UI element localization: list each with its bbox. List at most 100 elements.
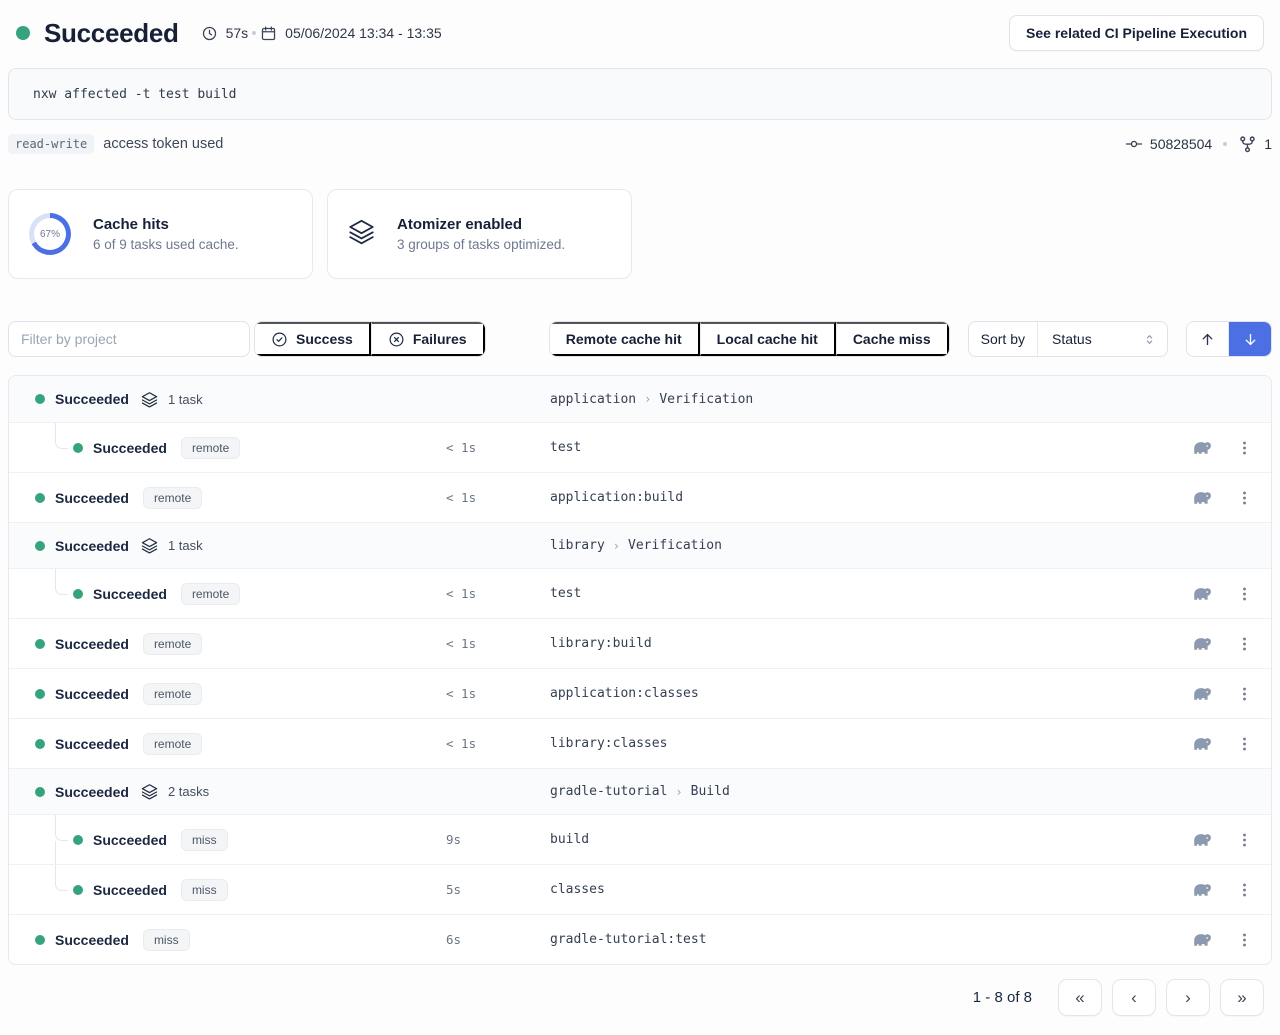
row-actions-cell: [1179, 829, 1271, 851]
separator-dot: [252, 31, 256, 35]
run-duration: 57s: [201, 25, 249, 42]
duration-cell: < 1s: [446, 686, 550, 701]
task-group-row[interactable]: Succeeded 1 taskapplication›Verification: [9, 376, 1271, 422]
kebab-menu-icon[interactable]: [1240, 437, 1249, 459]
task-name-cell: library:classes: [550, 736, 1179, 751]
duration-cell: < 1s: [446, 736, 550, 751]
task-row[interactable]: Succeededmiss6sgradle-tutorial:test: [9, 914, 1271, 964]
vcs-info: 50828504 1: [1125, 135, 1272, 154]
gradle-elephant-icon[interactable]: [1190, 932, 1214, 948]
kebab-menu-icon[interactable]: [1240, 829, 1249, 851]
run-command: nxw affected -t test build: [8, 68, 1272, 120]
layers-icon: [141, 783, 158, 800]
task-row[interactable]: Succeededremote< 1slibrary:build: [9, 618, 1271, 668]
sort-descending-button[interactable]: [1229, 322, 1271, 356]
cache-status-badge: remote: [143, 733, 202, 755]
status-dot: [35, 639, 45, 649]
kebab-menu-icon[interactable]: [1240, 879, 1249, 901]
status-label: Succeeded: [93, 882, 167, 898]
task-name-cell: library:build: [550, 636, 1179, 651]
target-group-name: Verification: [628, 538, 722, 553]
cache-status-badge: remote: [143, 487, 202, 509]
remote-cache-hit-filter-button[interactable]: Remote cache hit: [550, 322, 700, 356]
group-path-cell: library›Verification: [550, 538, 1179, 553]
commit-sha[interactable]: 50828504: [1150, 136, 1212, 152]
status-dot: [35, 493, 45, 503]
gradle-elephant-icon[interactable]: [1190, 636, 1214, 652]
success-filter-button[interactable]: Success: [255, 322, 371, 356]
task-name-cell: classes: [550, 882, 1179, 897]
task-row[interactable]: Succeededremote< 1sapplication:classes: [9, 668, 1271, 718]
status-label: Succeeded: [55, 391, 129, 407]
chevron-right-icon: ›: [613, 539, 620, 553]
cache-miss-filter-button[interactable]: Cache miss: [836, 322, 949, 356]
branch-count: 1: [1264, 136, 1272, 152]
sort-ascending-button[interactable]: [1187, 322, 1229, 356]
kebab-menu-icon[interactable]: [1240, 633, 1249, 655]
row-actions-cell: [1179, 879, 1271, 901]
row-actions-cell: [1179, 633, 1271, 655]
row-status-cell: Succeededremote: [9, 583, 446, 605]
status-dot: [73, 885, 83, 895]
commit-icon: [1125, 135, 1143, 153]
task-group-row[interactable]: Succeeded 2 tasksgradle-tutorial›Build: [9, 768, 1271, 814]
row-status-cell: Succeededremote: [9, 733, 446, 755]
task-row[interactable]: Succeededmiss5sclasses: [9, 864, 1271, 914]
row-actions-cell: [1179, 929, 1271, 951]
first-page-button[interactable]: «: [1058, 979, 1102, 1016]
kebab-menu-icon[interactable]: [1240, 929, 1249, 951]
task-row[interactable]: Succeededremote< 1sapplication:build: [9, 472, 1271, 522]
atomizer-card[interactable]: Atomizer enabled 3 groups of tasks optim…: [327, 189, 632, 279]
gradle-elephant-icon[interactable]: [1190, 686, 1214, 702]
local-cache-hit-filter-button[interactable]: Local cache hit: [700, 322, 836, 356]
row-actions-cell: [1179, 583, 1271, 605]
run-detail-page: Succeeded 57s 05/06/2024 13:34 - 13:35 S…: [0, 12, 1280, 1016]
next-page-button[interactable]: ›: [1166, 979, 1210, 1016]
cache-card-description: 6 of 9 tasks used cache.: [93, 237, 239, 252]
task-row[interactable]: Succeededremote< 1stest: [9, 568, 1271, 618]
status-dot: [35, 689, 45, 699]
filter-by-project-input[interactable]: [8, 321, 250, 357]
kebab-menu-icon[interactable]: [1240, 487, 1249, 509]
chevron-right-icon: ›: [675, 785, 682, 799]
task-name-cell: test: [550, 586, 1179, 601]
target-group-name: Verification: [659, 392, 753, 407]
row-actions-cell: [1179, 683, 1271, 705]
access-token-text: access token used: [103, 136, 223, 152]
gradle-elephant-icon[interactable]: [1190, 586, 1214, 602]
cache-status-badge: remote: [143, 633, 202, 655]
cache-percentage-ring: 67%: [29, 213, 71, 255]
task-row[interactable]: Succeededremote< 1slibrary:classes: [9, 718, 1271, 768]
cache-status-badge: miss: [143, 929, 190, 951]
sort-status-select[interactable]: Status: [1037, 322, 1167, 356]
kebab-menu-icon[interactable]: [1240, 733, 1249, 755]
task-row[interactable]: Succeededremote< 1stest: [9, 422, 1271, 472]
tree-connector: [55, 423, 68, 449]
kebab-menu-icon[interactable]: [1240, 683, 1249, 705]
last-page-button[interactable]: »: [1220, 979, 1264, 1016]
status-dot: [35, 739, 45, 749]
row-status-cell: Succeededremote: [9, 633, 446, 655]
atomizer-card-title: Atomizer enabled: [397, 216, 565, 233]
cache-status-badge: remote: [181, 583, 240, 605]
status-label: Succeeded: [55, 538, 129, 554]
project-name: application: [550, 392, 636, 407]
failures-filter-button[interactable]: Failures: [371, 322, 485, 356]
gradle-elephant-icon[interactable]: [1190, 832, 1214, 848]
gradle-elephant-icon[interactable]: [1190, 440, 1214, 456]
see-related-ci-pipeline-button[interactable]: See related CI Pipeline Execution: [1009, 15, 1264, 51]
task-row[interactable]: Succeededmiss9sbuild: [9, 814, 1271, 864]
row-status-cell: Succeededremote: [9, 683, 446, 705]
cache-card-text: Cache hits 6 of 9 tasks used cache.: [93, 216, 239, 252]
kebab-menu-icon[interactable]: [1240, 583, 1249, 605]
status-label: Succeeded: [93, 832, 167, 848]
cache-hits-card[interactable]: 67% Cache hits 6 of 9 tasks used cache.: [8, 189, 313, 279]
page-range-label: 1 - 8 of 8: [973, 989, 1032, 1006]
gradle-elephant-icon[interactable]: [1190, 490, 1214, 506]
task-group-row[interactable]: Succeeded 1 tasklibrary›Verification: [9, 522, 1271, 568]
duration-cell: < 1s: [446, 586, 550, 601]
gradle-elephant-icon[interactable]: [1190, 736, 1214, 752]
gradle-elephant-icon[interactable]: [1190, 882, 1214, 898]
run-status-dot: [16, 26, 30, 40]
previous-page-button[interactable]: ‹: [1112, 979, 1156, 1016]
